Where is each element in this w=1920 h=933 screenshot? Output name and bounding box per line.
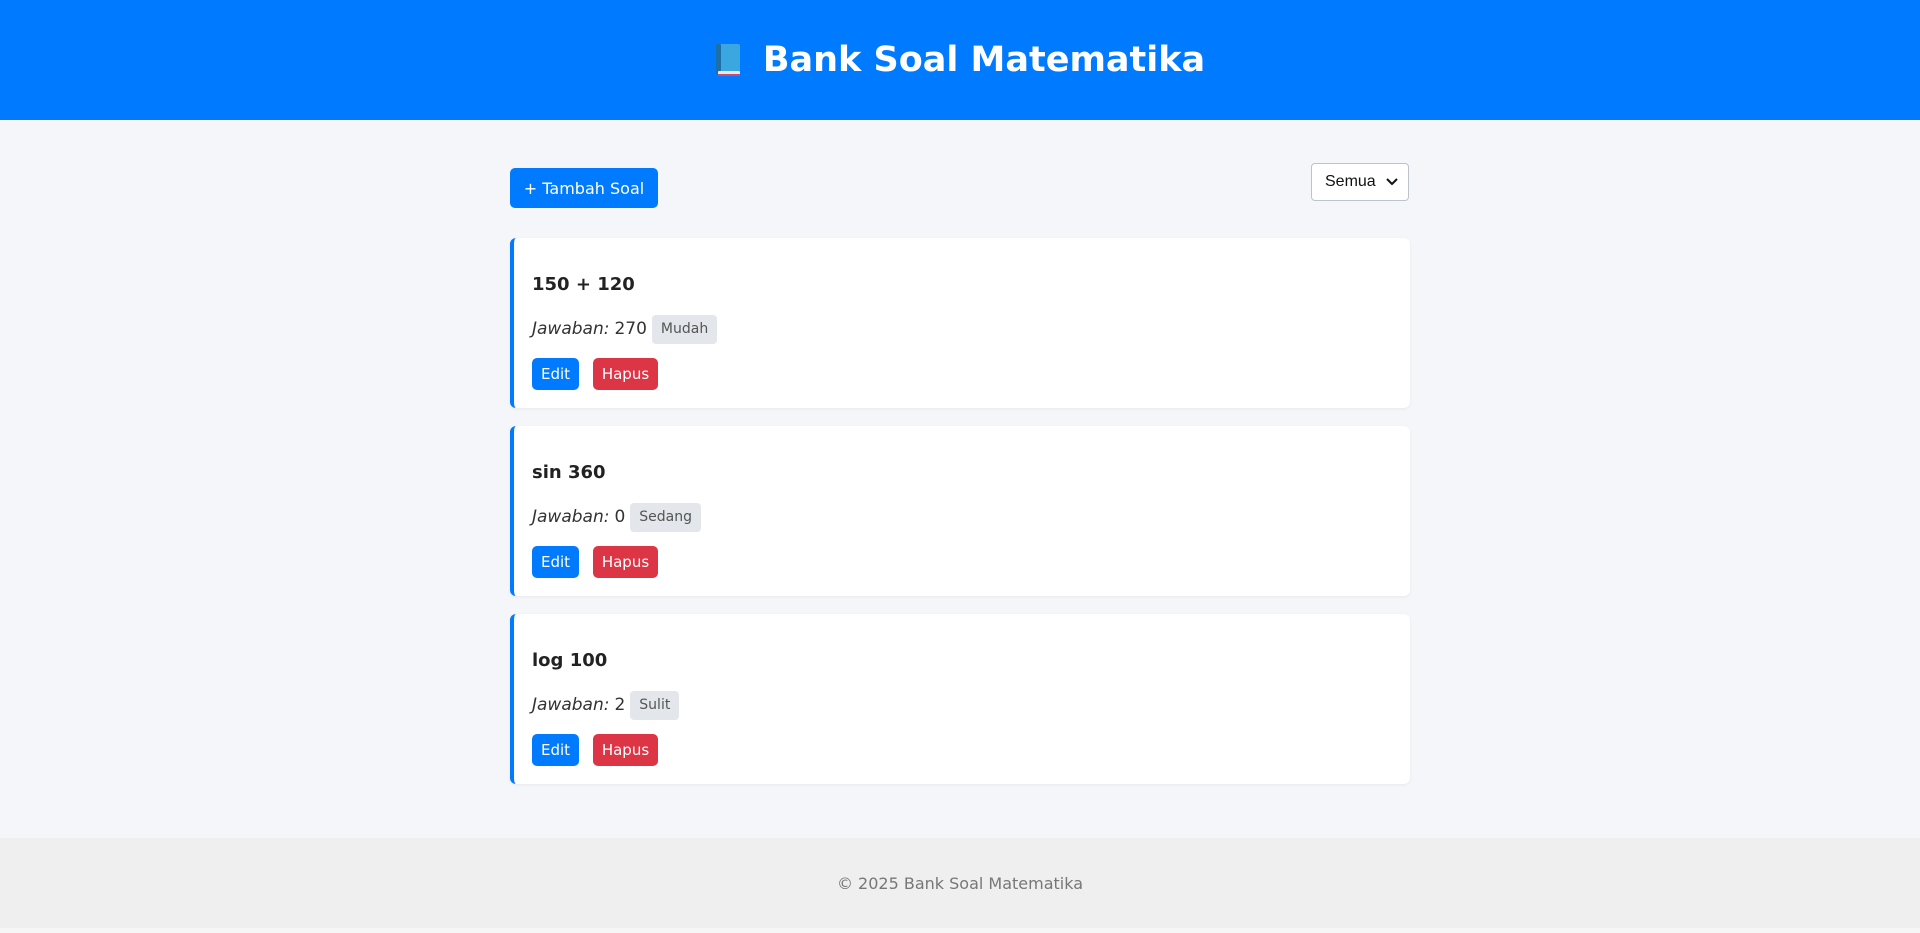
footer-text: © 2025 Bank Soal Matematika — [836, 873, 1084, 893]
difficulty-badge: Sedang — [630, 502, 702, 532]
page-footer: © 2025 Bank Soal Matematika — [0, 838, 1920, 928]
question-text: 150 + 120 — [532, 274, 635, 295]
edit-button[interactable]: Edit — [532, 358, 579, 390]
bottom-divider — [0, 928, 1920, 933]
question-card: 150 + 120 Jawaban: 270 Mudah Edit Hapus — [510, 238, 1410, 408]
page-title-wrap: Bank Soal Matematika — [715, 40, 1205, 80]
delete-button[interactable]: Hapus — [593, 358, 658, 390]
page-header: Bank Soal Matematika — [0, 0, 1920, 120]
question-card: sin 360 Jawaban: 0 Sedang Edit Hapus — [510, 426, 1410, 596]
add-question-button[interactable]: + Tambah Soal — [510, 168, 658, 208]
delete-button[interactable]: Hapus — [593, 734, 658, 766]
chevron-down-icon — [1386, 178, 1398, 186]
answer-row: Jawaban: 2 Sulit — [532, 690, 680, 720]
answer-label: Jawaban: — [532, 507, 610, 527]
book-icon — [715, 43, 741, 77]
filter-selected-value: Semua — [1325, 173, 1376, 190]
question-card: log 100 Jawaban: 2 Sulit Edit Hapus — [510, 614, 1410, 784]
card-actions: Edit Hapus — [532, 358, 658, 390]
question-text: log 100 — [532, 650, 608, 671]
delete-button[interactable]: Hapus — [593, 546, 658, 578]
answer-label: Jawaban: — [532, 695, 610, 715]
card-actions: Edit Hapus — [532, 734, 658, 766]
edit-button[interactable]: Edit — [532, 546, 579, 578]
difficulty-filter-select[interactable]: Semua — [1311, 163, 1409, 201]
answer-value: 270 — [614, 319, 647, 339]
page-title: Bank Soal Matematika — [762, 40, 1206, 80]
answer-row: Jawaban: 0 Sedang — [532, 502, 702, 532]
answer-value: 0 — [614, 507, 626, 527]
answer-row: Jawaban: 270 Mudah — [532, 314, 718, 344]
answer-value: 2 — [614, 695, 626, 715]
card-actions: Edit Hapus — [532, 546, 658, 578]
edit-button[interactable]: Edit — [532, 734, 579, 766]
answer-label: Jawaban: — [532, 319, 610, 339]
difficulty-badge: Sulit — [630, 690, 680, 720]
question-text: sin 360 — [532, 462, 606, 483]
difficulty-badge: Mudah — [651, 314, 718, 344]
